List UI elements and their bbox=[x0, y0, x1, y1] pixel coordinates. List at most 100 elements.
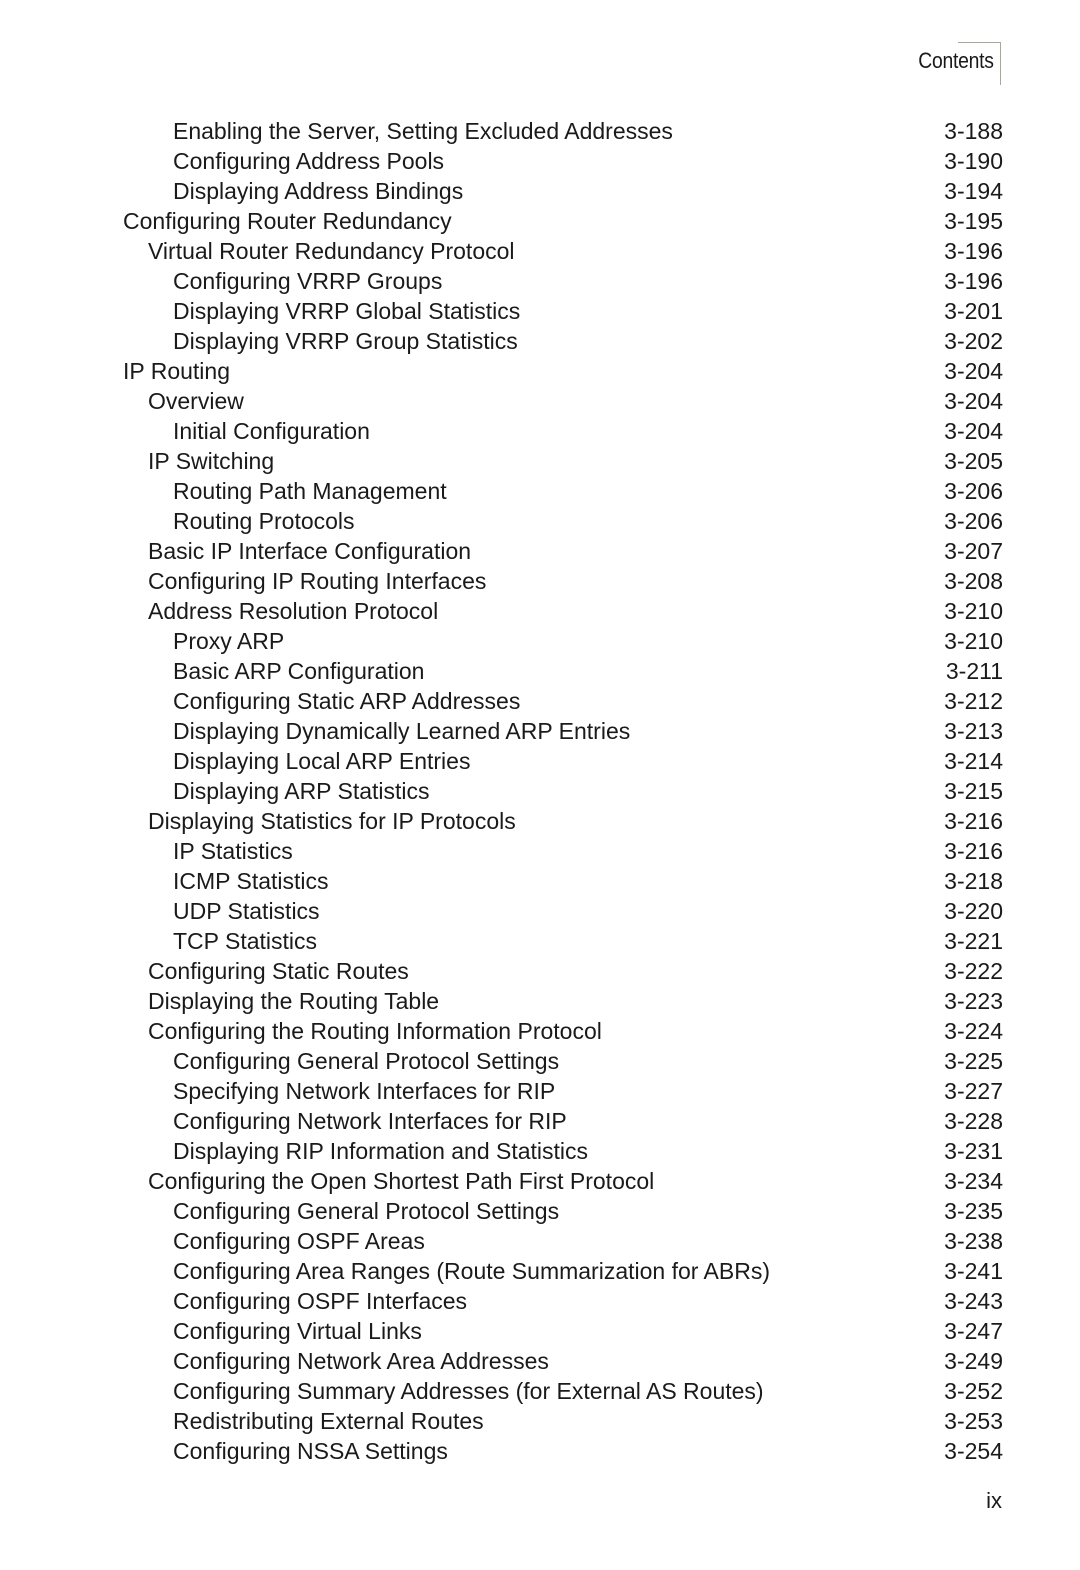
toc-entry-title[interactable]: Basic ARP Configuration bbox=[173, 656, 424, 686]
toc-entry-title[interactable]: Displaying the Routing Table bbox=[148, 986, 439, 1016]
toc-entry-title[interactable]: Initial Configuration bbox=[173, 416, 370, 446]
toc-entry[interactable]: Displaying ARP Statistics 3-215 bbox=[0, 776, 1080, 806]
toc-entry-title[interactable]: Displaying Address Bindings bbox=[173, 176, 463, 206]
toc-entry[interactable]: Configuring OSPF Areas 3-238 bbox=[0, 1226, 1080, 1256]
toc-entry[interactable]: Displaying Statistics for IP Protocols 3-… bbox=[0, 806, 1080, 836]
toc-entry-title[interactable]: Configuring VRRP Groups bbox=[173, 266, 442, 296]
toc-entry-title[interactable]: Proxy ARP bbox=[173, 626, 284, 656]
toc-entry[interactable]: Configuring Network Area Addresses 3-249 bbox=[0, 1346, 1080, 1376]
toc-entry[interactable]: Configuring IP Routing Interfaces 3-208 bbox=[0, 566, 1080, 596]
toc-entry-title[interactable]: Routing Protocols bbox=[173, 506, 355, 536]
toc-entry-page[interactable]: 3-216 bbox=[944, 806, 1003, 836]
toc-entry-page[interactable]: 3-207 bbox=[944, 536, 1003, 566]
toc-entry[interactable]: Configuring Static ARP Addresses 3-212 bbox=[0, 686, 1080, 716]
toc-entry-title[interactable]: Configuring General Protocol Settings bbox=[173, 1196, 559, 1226]
toc-entry-title[interactable]: Displaying Dynamically Learned ARP Entri… bbox=[173, 716, 630, 746]
toc-entry-title[interactable]: IP Statistics bbox=[173, 836, 293, 866]
toc-entry-page[interactable]: 3-204 bbox=[944, 416, 1003, 446]
toc-entry-title[interactable]: Configuring IP Routing Interfaces bbox=[148, 566, 486, 596]
toc-entry-title[interactable]: Routing Path Management bbox=[173, 476, 447, 506]
toc-entry[interactable]: Displaying VRRP Global Statistics 3-201 bbox=[0, 296, 1080, 326]
toc-entry[interactable]: IP Statistics 3-216 bbox=[0, 836, 1080, 866]
toc-entry-page[interactable]: 3-235 bbox=[944, 1196, 1003, 1226]
toc-entry-title[interactable]: Configuring Static Routes bbox=[148, 956, 409, 986]
toc-entry-title[interactable]: Configuring Network Interfaces for RIP bbox=[173, 1106, 567, 1136]
toc-entry-page[interactable]: 3-225 bbox=[944, 1046, 1003, 1076]
toc-entry-page[interactable]: 3-201 bbox=[944, 296, 1003, 326]
toc-entry-page[interactable]: 3-196 bbox=[944, 266, 1003, 296]
toc-entry-page[interactable]: 3-211 bbox=[946, 656, 1003, 686]
toc-entry-title[interactable]: Configuring OSPF Interfaces bbox=[173, 1286, 467, 1316]
toc-entry-page[interactable]: 3-247 bbox=[944, 1316, 1003, 1346]
toc-entry[interactable]: Configuring NSSA Settings 3-254 bbox=[0, 1436, 1080, 1466]
toc-entry-page[interactable]: 3-212 bbox=[944, 686, 1003, 716]
toc-entry-title[interactable]: Configuring Network Area Addresses bbox=[173, 1346, 549, 1376]
toc-entry-page[interactable]: 3-206 bbox=[944, 476, 1003, 506]
toc-entry[interactable]: UDP Statistics 3-220 bbox=[0, 896, 1080, 926]
toc-entry[interactable]: Configuring VRRP Groups 3-196 bbox=[0, 266, 1080, 296]
toc-entry-title[interactable]: Specifying Network Interfaces for RIP bbox=[173, 1076, 555, 1106]
toc-entry[interactable]: Configuring the Routing Information Prot… bbox=[0, 1016, 1080, 1046]
toc-entry-page[interactable]: 3-214 bbox=[944, 746, 1003, 776]
toc-entry[interactable]: Displaying RIP Information and Statistic… bbox=[0, 1136, 1080, 1166]
toc-entry-title[interactable]: Configuring the Open Shortest Path First… bbox=[148, 1166, 654, 1196]
toc-entry[interactable]: Routing Path Management 3-206 bbox=[0, 476, 1080, 506]
toc-entry[interactable]: Address Resolution Protocol 3-210 bbox=[0, 596, 1080, 626]
toc-entry[interactable]: Configuring Address Pools 3-190 bbox=[0, 146, 1080, 176]
toc-entry-page[interactable]: 3-213 bbox=[944, 716, 1003, 746]
toc-entry[interactable]: Displaying Dynamically Learned ARP Entri… bbox=[0, 716, 1080, 746]
toc-entry-page[interactable]: 3-224 bbox=[944, 1016, 1003, 1046]
toc-entry[interactable]: Configuring General Protocol Settings 3-2… bbox=[0, 1196, 1080, 1226]
toc-entry-page[interactable]: 3-206 bbox=[944, 506, 1003, 536]
toc-entry[interactable]: Configuring OSPF Interfaces 3-243 bbox=[0, 1286, 1080, 1316]
toc-entry-page[interactable]: 3-205 bbox=[944, 446, 1003, 476]
toc-entry-title[interactable]: Address Resolution Protocol bbox=[148, 596, 438, 626]
toc-entry[interactable]: Initial Configuration 3-204 bbox=[0, 416, 1080, 446]
toc-entry-page[interactable]: 3-254 bbox=[944, 1436, 1003, 1466]
toc-entry[interactable]: Configuring Router Redundancy 3-195 bbox=[0, 206, 1080, 236]
toc-entry-page[interactable]: 3-202 bbox=[944, 326, 1003, 356]
toc-entry-title[interactable]: Configuring Address Pools bbox=[173, 146, 444, 176]
toc-entry-page[interactable]: 3-210 bbox=[944, 626, 1003, 656]
toc-entry-page[interactable]: 3-204 bbox=[944, 356, 1003, 386]
toc-entry-title[interactable]: Configuring Summary Addresses (for Exter… bbox=[173, 1376, 764, 1406]
toc-entry[interactable]: IP Routing 3-204 bbox=[0, 356, 1080, 386]
toc-entry-title[interactable]: Virtual Router Redundancy Protocol bbox=[148, 236, 515, 266]
toc-entry[interactable]: Configuring the Open Shortest Path First… bbox=[0, 1166, 1080, 1196]
toc-entry[interactable]: Configuring General Protocol Settings 3-2… bbox=[0, 1046, 1080, 1076]
toc-entry[interactable]: Overview 3-204 bbox=[0, 386, 1080, 416]
toc-entry[interactable]: Configuring Summary Addresses (for Exter… bbox=[0, 1376, 1080, 1406]
toc-entry[interactable]: Virtual Router Redundancy Protocol 3-196 bbox=[0, 236, 1080, 266]
toc-entry-title[interactable]: UDP Statistics bbox=[173, 896, 320, 926]
toc-entry-title[interactable]: ICMP Statistics bbox=[173, 866, 329, 896]
toc-entry-page[interactable]: 3-208 bbox=[944, 566, 1003, 596]
toc-entry-title[interactable]: IP Switching bbox=[148, 446, 274, 476]
toc-entry[interactable]: Configuring Network Interfaces for RIP 3-… bbox=[0, 1106, 1080, 1136]
toc-entry[interactable]: Specifying Network Interfaces for RIP 3-2… bbox=[0, 1076, 1080, 1106]
toc-entry-page[interactable]: 3-221 bbox=[944, 926, 1003, 956]
toc-entry-page[interactable]: 3-227 bbox=[944, 1076, 1003, 1106]
toc-entry-title[interactable]: Basic IP Interface Configuration bbox=[148, 536, 471, 566]
toc-entry-page[interactable]: 3-194 bbox=[944, 176, 1003, 206]
toc-entry[interactable]: Basic ARP Configuration 3-211 bbox=[0, 656, 1080, 686]
toc-entry[interactable]: Displaying Address Bindings 3-194 bbox=[0, 176, 1080, 206]
toc-entry-title[interactable]: IP Routing bbox=[123, 356, 230, 386]
toc-entry-page[interactable]: 3-228 bbox=[944, 1106, 1003, 1136]
toc-entry-page[interactable]: 3-223 bbox=[944, 986, 1003, 1016]
toc-entry-title[interactable]: Overview bbox=[148, 386, 244, 416]
toc-entry-page[interactable]: 3-215 bbox=[944, 776, 1003, 806]
toc-entry[interactable]: Routing Protocols 3-206 bbox=[0, 506, 1080, 536]
toc-entry-page[interactable]: 3-216 bbox=[944, 836, 1003, 866]
toc-entry[interactable]: Displaying the Routing Table 3-223 bbox=[0, 986, 1080, 1016]
toc-entry-page[interactable]: 3-253 bbox=[944, 1406, 1003, 1436]
toc-entry-title[interactable]: Displaying VRRP Global Statistics bbox=[173, 296, 520, 326]
toc-entry-page[interactable]: 3-249 bbox=[944, 1346, 1003, 1376]
toc-entry-title[interactable]: Configuring OSPF Areas bbox=[173, 1226, 425, 1256]
toc-entry-page[interactable]: 3-218 bbox=[944, 866, 1003, 896]
toc-entry-title[interactable]: Displaying VRRP Group Statistics bbox=[173, 326, 518, 356]
toc-entry-title[interactable]: Configuring NSSA Settings bbox=[173, 1436, 448, 1466]
toc-entry[interactable]: Proxy ARP 3-210 bbox=[0, 626, 1080, 656]
toc-entry[interactable]: Configuring Area Ranges (Route Summariza… bbox=[0, 1256, 1080, 1286]
toc-entry-page[interactable]: 3-210 bbox=[944, 596, 1003, 626]
toc-entry-page[interactable]: 3-231 bbox=[944, 1136, 1003, 1166]
